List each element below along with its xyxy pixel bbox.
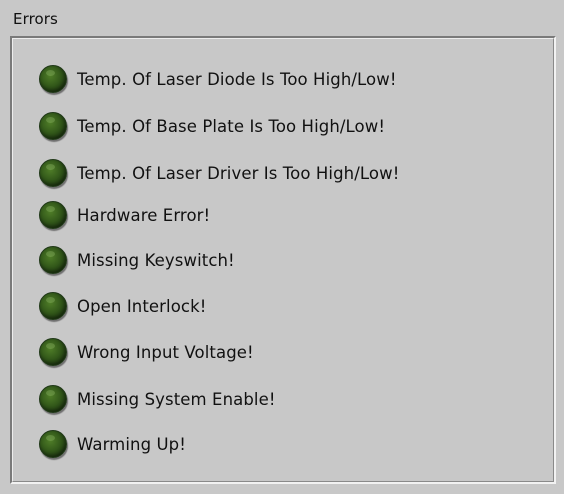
led-indicator-icon[interactable]: [39, 385, 67, 413]
indicator-label: Hardware Error!: [77, 205, 211, 225]
indicator-label: Temp. Of Laser Diode Is Too High/Low!: [77, 69, 397, 89]
error-indicator-wrong-input-voltage: Wrong Input Voltage!: [39, 332, 254, 372]
error-indicator-laser-driver-temp: Temp. Of Laser Driver Is Too High/Low!: [39, 153, 399, 193]
indicator-label: Warming Up!: [77, 434, 186, 454]
led-indicator-icon[interactable]: [39, 159, 67, 187]
led-indicator-icon[interactable]: [39, 65, 67, 93]
indicator-label: Open Interlock!: [77, 296, 207, 316]
error-indicator-missing-keyswitch: Missing Keyswitch!: [39, 240, 235, 280]
error-indicator-hardware-error: Hardware Error!: [39, 195, 210, 235]
errors-panel: Temp. Of Laser Diode Is Too High/Low! Te…: [10, 36, 556, 484]
led-indicator-icon[interactable]: [39, 338, 67, 366]
led-indicator-icon[interactable]: [39, 112, 67, 140]
error-indicator-open-interlock: Open Interlock!: [39, 286, 206, 326]
led-indicator-icon[interactable]: [39, 430, 67, 458]
indicator-label: Missing Keyswitch!: [77, 250, 235, 270]
error-indicator-warming-up: Warming Up!: [39, 424, 186, 464]
led-indicator-icon[interactable]: [39, 201, 67, 229]
indicator-label: Wrong Input Voltage!: [77, 342, 254, 362]
indicator-label: Temp. Of Laser Driver Is Too High/Low!: [77, 163, 400, 183]
error-indicator-laser-diode-temp: Temp. Of Laser Diode Is Too High/Low!: [39, 59, 397, 99]
led-indicator-icon[interactable]: [39, 246, 67, 274]
led-indicator-icon[interactable]: [39, 292, 67, 320]
error-indicator-missing-system-enable: Missing System Enable!: [39, 379, 276, 419]
indicator-label: Temp. Of Base Plate Is Too High/Low!: [77, 116, 386, 136]
errors-panel-inner: Temp. Of Laser Diode Is Too High/Low! Te…: [12, 38, 554, 482]
error-indicator-base-plate-temp: Temp. Of Base Plate Is Too High/Low!: [39, 106, 385, 146]
indicator-label: Missing System Enable!: [77, 389, 276, 409]
errors-panel-title: Errors: [13, 10, 58, 28]
